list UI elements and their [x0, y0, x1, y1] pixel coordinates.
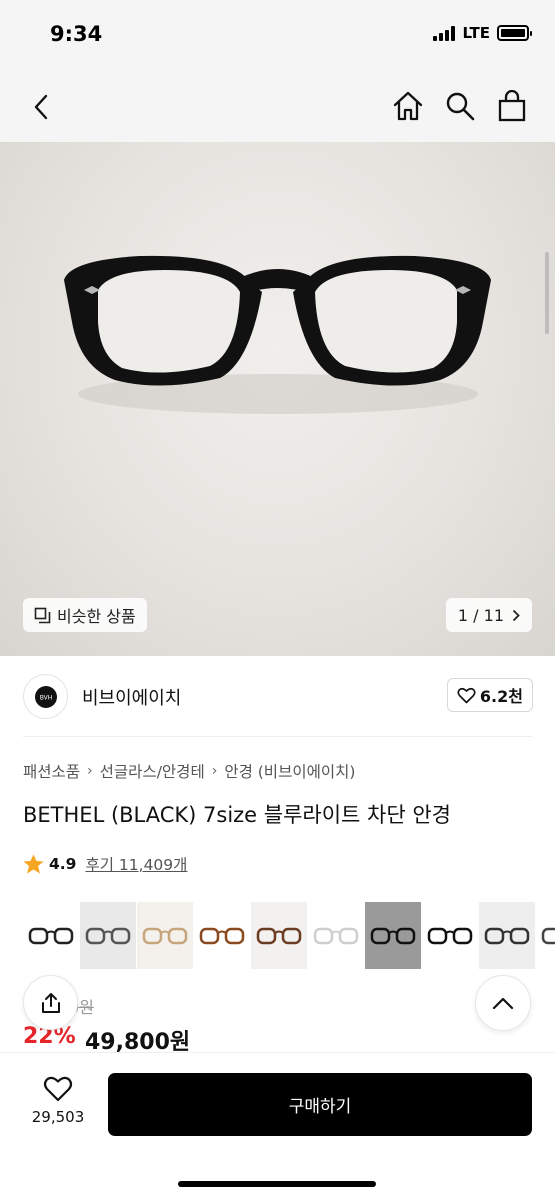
brand-like-button[interactable]: 6.2천	[446, 678, 533, 712]
copy-icon	[34, 607, 51, 623]
thumb-beige-frame[interactable]	[137, 902, 193, 969]
glasses-thumbnail-icon	[142, 927, 188, 944]
chevron-right-icon: ›	[211, 763, 218, 779]
thumb-black-clear-frame[interactable]	[23, 902, 79, 969]
product-image-gallery[interactable]	[0, 142, 555, 656]
divider	[23, 736, 532, 737]
glasses-thumbnail-icon	[484, 927, 530, 944]
star-icon	[23, 854, 44, 874]
thumb-grey-frame[interactable]	[80, 902, 136, 969]
battery-icon	[497, 25, 532, 41]
heart-icon	[43, 1076, 73, 1102]
thumb-tortoise-frame[interactable]	[251, 902, 307, 969]
thumb-clear-frame[interactable]	[308, 902, 364, 969]
glasses-thumbnail-icon	[370, 927, 416, 944]
brand-name[interactable]: 비브이에이치	[82, 684, 181, 710]
thumb-thin-black-frame[interactable]	[479, 902, 535, 969]
home-icon	[393, 91, 423, 121]
brand-like-count: 6.2천	[479, 687, 523, 706]
similar-products-button[interactable]: 비슷한 상품	[23, 598, 147, 632]
image-page-counter[interactable]: 1 / 11	[445, 598, 532, 632]
brand-logo[interactable]: BVH	[23, 674, 68, 719]
top-navigation	[0, 72, 555, 142]
status-time: 9:34	[50, 22, 103, 46]
thumb-dark-selected[interactable]	[365, 902, 421, 969]
shopping-bag-icon	[498, 90, 526, 122]
glasses-thumbnail-icon	[313, 927, 359, 944]
breadcrumb-item-brand[interactable]: 안경 (비브이에이치)	[224, 760, 355, 782]
glasses-thumbnail-icon	[85, 927, 131, 944]
product-title: BETHEL (BLACK) 7size 블루라이트 차단 안경	[23, 803, 452, 827]
breadcrumb: 패션소품 › 선글라스/안경테 › 안경 (비브이에이치)	[23, 760, 355, 782]
thumb-brown-frame[interactable]	[194, 902, 250, 969]
signal-icon	[433, 25, 456, 41]
product-glasses-image	[64, 255, 491, 414]
similar-products-label: 비슷한 상품	[57, 607, 136, 626]
color-thumbnail-list[interactable]	[23, 902, 555, 969]
thumb-black-set[interactable]	[422, 902, 478, 969]
glasses-thumbnail-icon	[256, 927, 302, 944]
search-icon	[446, 92, 475, 121]
heart-icon	[457, 687, 476, 703]
wishlist-button[interactable]: 29,503	[24, 1075, 92, 1126]
chevron-up-icon	[492, 997, 514, 1010]
price-area: 0원 22% 49,800원	[23, 990, 423, 1060]
home-indicator	[178, 1181, 376, 1187]
glasses-thumbnail-icon	[28, 927, 74, 944]
review-count-link[interactable]: 후기 11,409개	[85, 853, 187, 875]
cart-button[interactable]	[493, 86, 531, 126]
chevron-right-icon	[512, 609, 520, 621]
buy-button-label: 구매하기	[288, 1097, 352, 1117]
share-icon	[41, 992, 60, 1013]
buy-button[interactable]: 구매하기	[108, 1073, 532, 1136]
rating-row: 4.9 후기 11,409개	[23, 853, 187, 875]
glasses-thumbnail-icon	[541, 927, 555, 944]
chevron-right-icon: ›	[87, 763, 93, 779]
home-button[interactable]	[389, 86, 427, 126]
svg-text:BVH: BVH	[39, 694, 52, 701]
page-counter-label: 1 / 11	[457, 605, 504, 625]
glasses-thumbnail-icon	[199, 927, 245, 944]
scroll-to-top-button[interactable]	[475, 975, 531, 1031]
network-label: LTE	[462, 24, 490, 42]
wishlist-count: 29,503	[31, 1108, 85, 1126]
breadcrumb-item-category[interactable]: 패션소품	[23, 760, 80, 782]
rating-score: 4.9	[49, 855, 77, 873]
search-button[interactable]	[441, 86, 479, 126]
scroll-indicator	[545, 252, 549, 334]
brand-row[interactable]: BVH 비브이에이치 6.2천	[0, 656, 555, 736]
brand-logo-mark: BVH	[34, 685, 57, 708]
status-bar: 9:34 LTE	[0, 0, 555, 72]
glasses-thumbnail-icon	[427, 927, 473, 944]
status-indicators: LTE	[433, 24, 532, 42]
back-button[interactable]	[22, 88, 60, 126]
thumb-partial-frame[interactable]	[536, 902, 555, 969]
bottom-purchase-bar: 29,503 구매하기	[0, 1052, 555, 1200]
breadcrumb-item-subcategory[interactable]: 선글라스/안경테	[100, 760, 205, 782]
share-button[interactable]	[23, 975, 78, 1030]
chevron-left-icon	[34, 94, 48, 120]
